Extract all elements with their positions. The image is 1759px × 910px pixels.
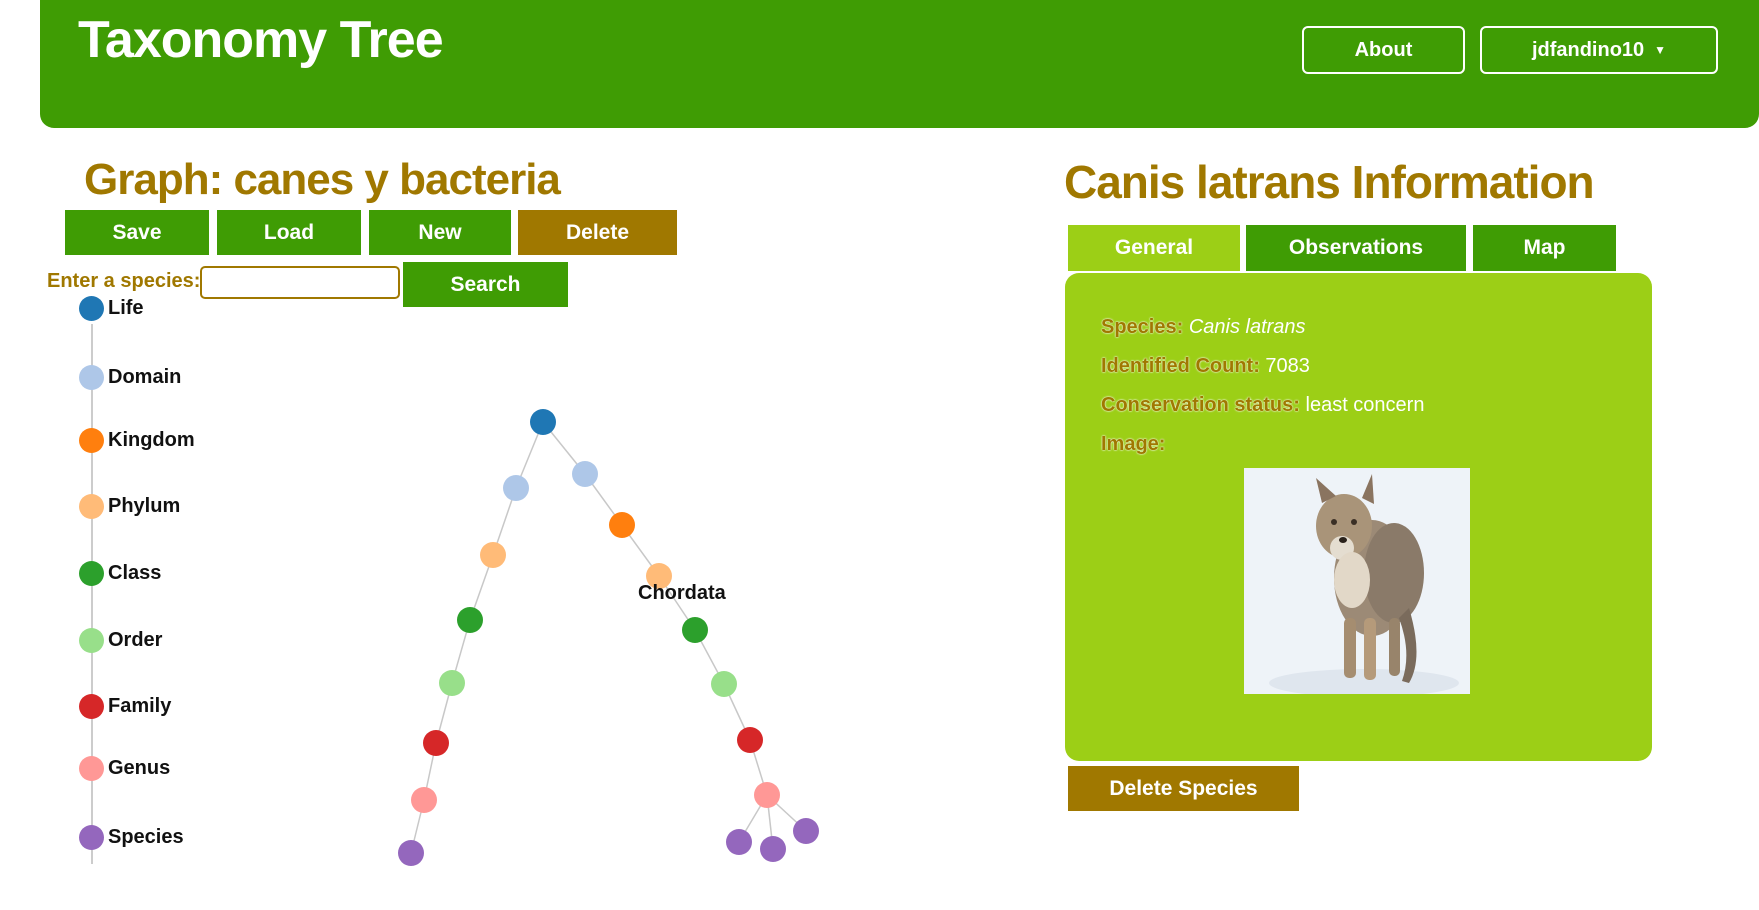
tree-node-life[interactable] <box>530 409 556 435</box>
tab-map[interactable]: Map <box>1473 225 1616 271</box>
tree-node-order[interactable] <box>439 670 465 696</box>
count-field-label: Identified Count: <box>1101 355 1260 377</box>
tree-node-species[interactable] <box>398 840 424 866</box>
user-menu-button[interactable]: jdfandino10 ▼ <box>1480 26 1718 74</box>
tree-node-domain[interactable] <box>503 475 529 501</box>
node-label-chordata: Chordata <box>638 582 727 604</box>
delete-species-button[interactable]: Delete Species <box>1068 766 1299 811</box>
count-field: Identified Count: 7083 <box>1101 355 1310 378</box>
count-field-value: 7083 <box>1265 355 1310 377</box>
delete-species-label: Delete Species <box>1109 776 1258 800</box>
tab-observations-label: Observations <box>1288 236 1424 259</box>
about-button[interactable]: About <box>1302 26 1465 74</box>
tab-general[interactable]: General <box>1068 225 1240 271</box>
tree-node-family[interactable] <box>737 727 763 753</box>
tree-node-species[interactable] <box>726 829 752 855</box>
info-title: Canis latrans Information <box>1064 156 1595 208</box>
chevron-down-icon: ▼ <box>1654 43 1667 57</box>
tree-node-species[interactable] <box>793 818 819 844</box>
tree-node-domain[interactable] <box>572 461 598 487</box>
taxonomy-tree-graph: Chordata <box>398 409 819 866</box>
image-field-label: Image: <box>1101 433 1166 455</box>
status-field-label: Conservation status: <box>1101 394 1300 416</box>
tree-node-order[interactable] <box>711 671 737 697</box>
about-label: About <box>1354 38 1413 61</box>
status-field-value: least concern <box>1305 394 1425 416</box>
tree-node-species[interactable] <box>760 836 786 862</box>
tree-node-kingdom[interactable] <box>609 512 635 538</box>
species-field-label: Species: <box>1101 316 1184 338</box>
tree-node-phylum[interactable] <box>480 542 506 568</box>
tree-node-class[interactable] <box>682 617 708 643</box>
user-name: jdfandino10 <box>1531 38 1645 61</box>
tab-observations[interactable]: Observations <box>1246 225 1466 271</box>
tree-node-class[interactable] <box>457 607 483 633</box>
tree-node-family[interactable] <box>423 730 449 756</box>
species-field-value: Canis latrans <box>1188 316 1306 338</box>
status-field: Conservation status: least concern <box>1101 394 1424 417</box>
tab-map-label: Map <box>1523 236 1566 259</box>
species-image <box>1244 468 1470 694</box>
tree-node-genus[interactable] <box>754 782 780 808</box>
tree-node-genus[interactable] <box>411 787 437 813</box>
image-field: Image: <box>1101 433 1165 456</box>
tab-general-label: General <box>1114 236 1194 259</box>
species-field: Species: Canis latrans <box>1101 316 1306 339</box>
